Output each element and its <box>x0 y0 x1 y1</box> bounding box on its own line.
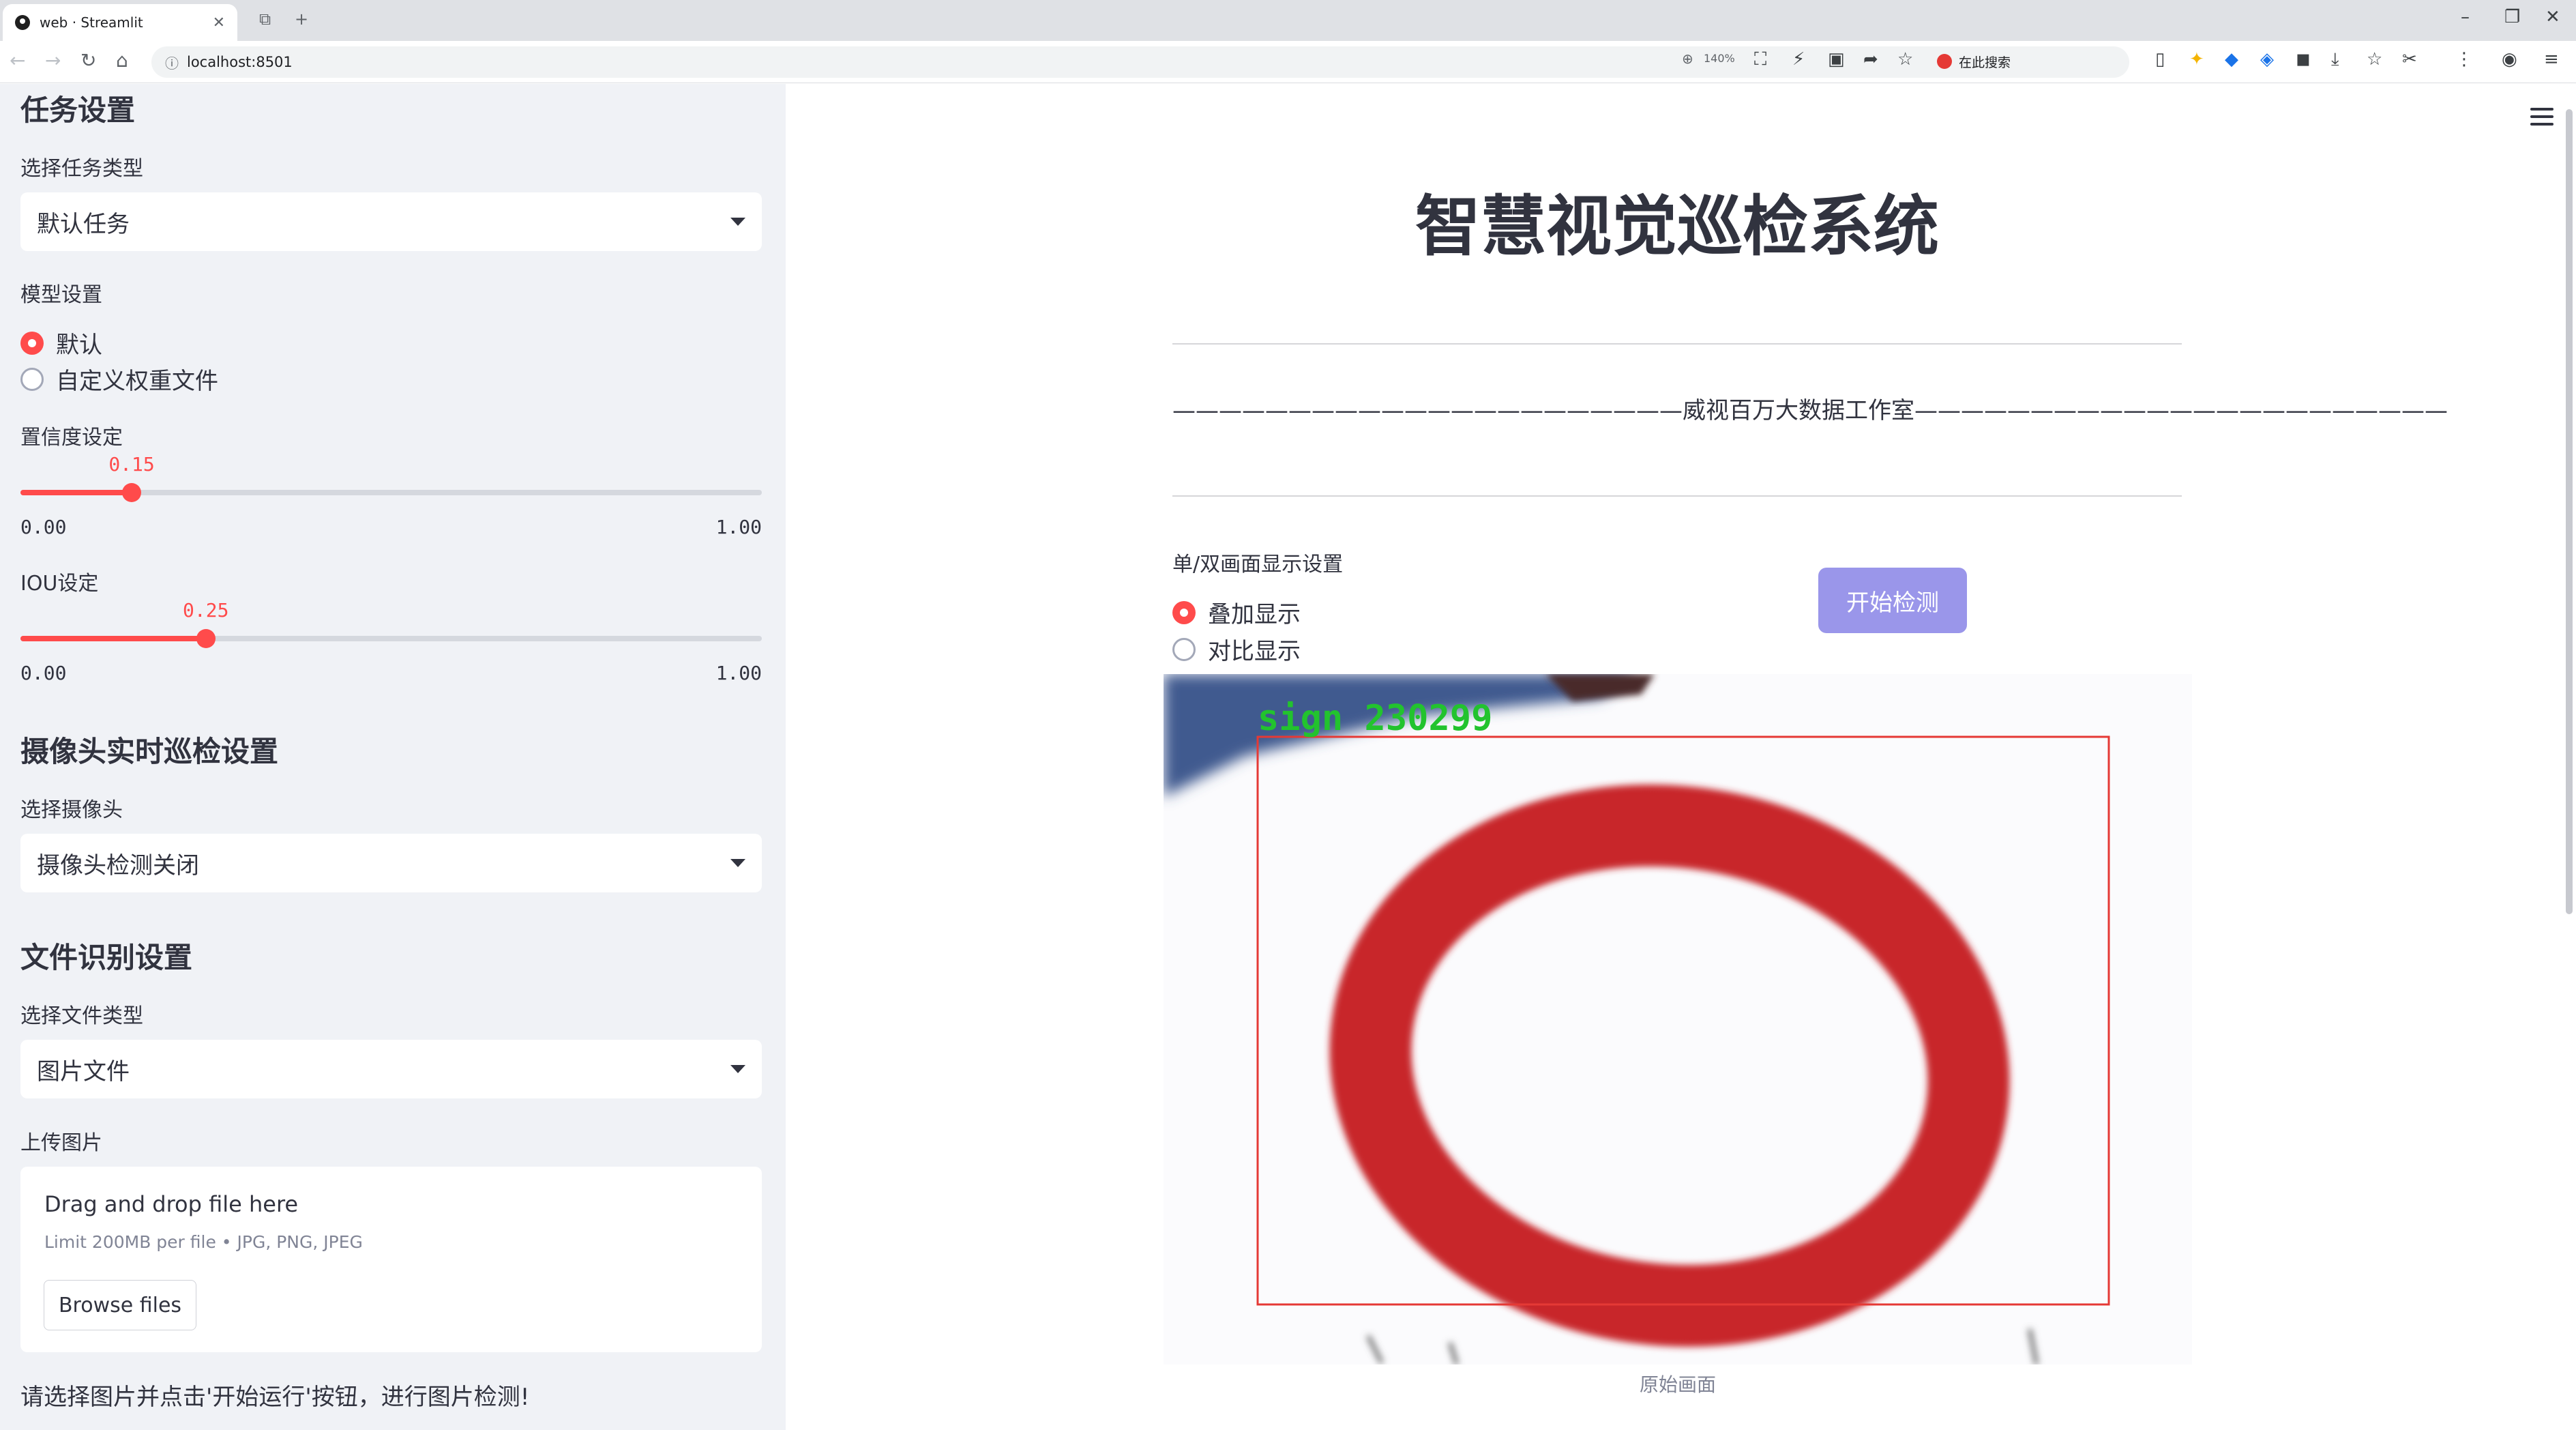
sidebar-instruction: 请选择图片并点击'开始运行'按钮，进行图片检测! <box>20 1384 530 1411</box>
extension-draw-icon[interactable]: ◼ <box>2296 49 2311 70</box>
browser-menu-icon[interactable]: ⋮ <box>2455 49 2473 70</box>
dropzone-title: Drag and drop file here <box>44 1191 299 1217</box>
new-tab-icon[interactable]: + <box>295 10 308 29</box>
display-option-label: 叠加显示 <box>1208 601 1301 628</box>
tab-groups-icon[interactable]: ⧉ <box>259 10 271 29</box>
chevron-down-icon <box>730 218 745 226</box>
favorites-icon[interactable]: ☆ <box>2367 49 2382 70</box>
display-option-overlay[interactable]: 叠加显示 <box>1172 596 1301 629</box>
translate-icon[interactable]: ⛶ <box>1754 49 1766 70</box>
chevron-down-icon <box>730 859 745 867</box>
slider-thumb[interactable] <box>122 483 142 502</box>
slider-value: 0.15 <box>108 453 155 476</box>
tab-title: web · Streamlit <box>40 14 143 31</box>
radio-checked-icon[interactable] <box>1172 600 1196 624</box>
slider-min: 0.00 <box>20 516 67 538</box>
chevron-down-icon <box>730 1065 745 1073</box>
app-menu-icon[interactable] <box>2530 108 2553 126</box>
radio-checked-icon[interactable] <box>20 331 44 355</box>
forward-icon[interactable]: → <box>45 49 61 72</box>
profile-avatar-icon[interactable]: ◉ <box>2502 49 2517 70</box>
download-icon[interactable]: ⤓ <box>2331 49 2339 70</box>
camera-select[interactable]: 摄像头检测关闭 <box>20 834 762 892</box>
task-type-label: 选择任务类型 <box>20 157 143 181</box>
detection-image: sign 230299 <box>1164 674 2192 1365</box>
site-info-icon[interactable]: ⓘ <box>165 53 179 72</box>
screenshot-icon[interactable]: ▣ <box>1828 49 1845 70</box>
browse-files-button[interactable]: Browse files <box>44 1280 196 1330</box>
detection-image-svg: sign 230299 <box>1164 674 2192 1365</box>
file-settings-heading: 文件识别设置 <box>20 941 193 974</box>
browser-tab-bar: web · Streamlit ✕ ⧉ + – ❐ ✕ <box>0 0 2576 41</box>
home-icon[interactable]: ⌂ <box>116 49 128 72</box>
confidence-label: 置信度设定 <box>20 426 123 450</box>
display-option-label: 对比显示 <box>1208 638 1301 665</box>
slider-value: 0.25 <box>183 599 229 622</box>
detection-label: sign 230299 <box>1258 698 1492 739</box>
tab-close-icon[interactable]: ✕ <box>213 14 225 31</box>
url-text: localhost:8501 <box>187 54 293 70</box>
iou-label: IOU设定 <box>20 572 99 596</box>
iou-slider[interactable]: 0.25 0.00 1.00 <box>20 599 762 684</box>
extension-ai-icon[interactable]: ✦ <box>2189 49 2204 70</box>
model-settings-label: 模型设置 <box>20 283 102 307</box>
browser-search-box[interactable]: 在此搜索 <box>1937 48 2142 75</box>
mobile-icon[interactable]: ▯ <box>2155 49 2165 70</box>
extension-copy-icon[interactable]: ◈ <box>2260 49 2274 70</box>
back-icon[interactable]: ← <box>10 49 25 72</box>
share-icon[interactable]: ➦ <box>1863 49 1878 70</box>
browser-tab[interactable]: web · Streamlit ✕ <box>3 4 237 41</box>
image-background <box>1164 674 2192 1365</box>
zoom-level: 140% <box>1704 52 1735 65</box>
dropzone-hint: Limit 200MB per file • JPG, PNG, JPEG <box>44 1232 363 1252</box>
lightning-icon[interactable]: ⚡ <box>1792 49 1805 70</box>
divider <box>1172 343 2182 345</box>
confidence-slider[interactable]: 0.15 0.00 1.00 <box>20 453 762 538</box>
search-placeholder: 在此搜索 <box>1959 55 2011 70</box>
display-option-compare[interactable]: 对比显示 <box>1172 632 1301 666</box>
slider-min: 0.00 <box>20 662 67 684</box>
divider <box>1172 495 2182 497</box>
file-type-select[interactable]: 图片文件 <box>20 1040 762 1098</box>
model-option-custom[interactable]: 自定义权重文件 <box>20 362 218 396</box>
model-option-label: 默认 <box>56 332 102 359</box>
streamlit-favicon-icon <box>15 15 30 30</box>
search-engine-icon <box>1937 54 1952 69</box>
minimize-icon[interactable]: – <box>2461 7 2470 27</box>
image-caption: 原始画面 <box>1639 1373 1716 1396</box>
model-option-default[interactable]: 默认 <box>20 326 102 360</box>
slider-fill <box>20 490 132 495</box>
model-option-label: 自定义权重文件 <box>56 368 218 395</box>
start-detection-button[interactable]: 开始检测 <box>1818 568 1967 633</box>
radio-unchecked-icon[interactable] <box>20 367 44 391</box>
file-dropzone[interactable]: Drag and drop file here Limit 200MB per … <box>20 1167 762 1352</box>
task-settings-heading: 任务设置 <box>20 93 136 127</box>
file-type-value: 图片文件 <box>37 1057 130 1085</box>
radio-unchecked-icon[interactable] <box>1172 637 1196 661</box>
slider-max: 1.00 <box>715 516 762 538</box>
slider-thumb[interactable] <box>196 629 216 648</box>
slider-max: 1.00 <box>715 662 762 684</box>
zoom-icon[interactable]: ⊕ <box>1682 50 1693 67</box>
camera-settings-heading: 摄像头实时巡检设置 <box>20 735 279 768</box>
bookmark-star-icon[interactable]: ☆ <box>1897 49 1913 70</box>
scissors-icon[interactable]: ✂ <box>2402 49 2417 70</box>
page-title: 智慧视觉巡检系统 <box>1415 188 1939 265</box>
camera-select-value: 摄像头检测关闭 <box>37 851 199 879</box>
page-subtitle: ——————————————————————威视百万大数据工作室————————… <box>1172 397 2448 424</box>
hamburger-browser-icon[interactable]: ≡ <box>2544 49 2559 70</box>
main-scrollbar[interactable] <box>2566 109 2573 914</box>
restore-icon[interactable]: ❐ <box>2504 7 2520 27</box>
camera-select-label: 选择摄像头 <box>20 798 123 822</box>
display-mode-label: 单/双画面显示设置 <box>1172 553 1344 577</box>
slider-fill <box>20 636 206 641</box>
task-type-value: 默认任务 <box>37 210 130 238</box>
extension-translate-icon[interactable]: ◆ <box>2225 49 2238 70</box>
upload-label: 上传图片 <box>20 1131 102 1155</box>
window-close-icon[interactable]: ✕ <box>2545 7 2560 27</box>
file-type-label: 选择文件类型 <box>20 1004 143 1028</box>
task-type-select[interactable]: 默认任务 <box>20 192 762 251</box>
reload-icon[interactable]: ↻ <box>80 49 96 72</box>
